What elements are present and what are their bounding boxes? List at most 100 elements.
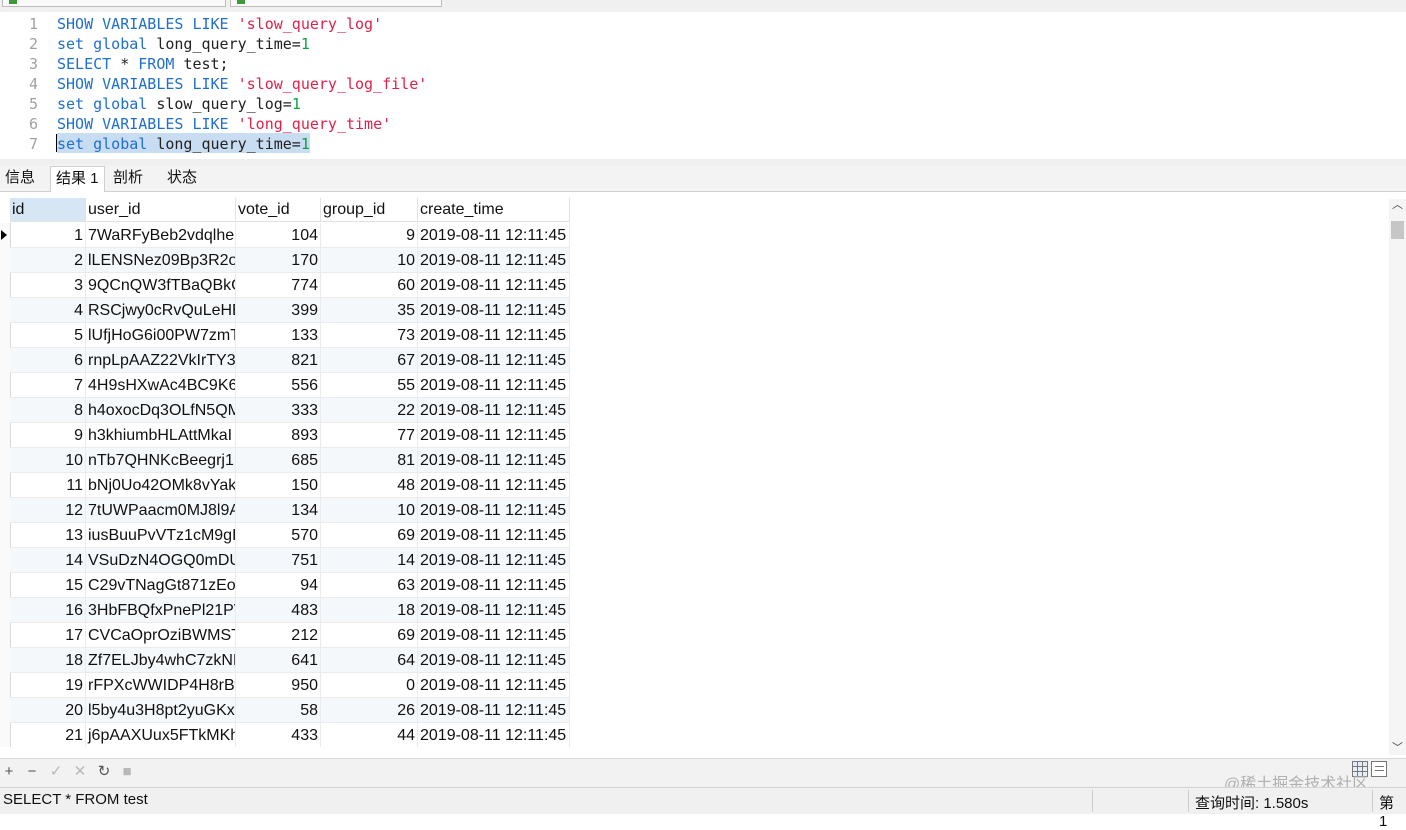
cell-vote-id[interactable]: 893 [236, 423, 321, 448]
cell-vote-id[interactable]: 483 [236, 598, 321, 623]
cell-user-id[interactable]: 4H9sHXwAc4BC9K6 [86, 373, 236, 398]
cell-user-id[interactable]: C29vTNagGt871zEoF [86, 573, 236, 598]
cell-user-id[interactable]: rnpLpAAZ22VkIrTY3 [86, 348, 236, 373]
cell-create-time[interactable]: 2019-08-11 12:11:45 [418, 248, 570, 273]
cell-user-id[interactable]: lLENSNez09Bp3R2oI [86, 248, 236, 273]
column-header-vote-id[interactable]: vote_id [236, 198, 321, 222]
cell-vote-id[interactable]: 751 [236, 548, 321, 573]
cell-group-id[interactable]: 48 [321, 473, 418, 498]
cell-create-time[interactable]: 2019-08-11 12:11:45 [418, 573, 570, 598]
code-line[interactable]: 3 SELECT * FROM test; [0, 54, 1406, 74]
cell-id[interactable]: 2 [10, 248, 86, 273]
refresh-button[interactable]: ↻ [95, 763, 113, 781]
apply-changes-button[interactable]: ✓ [47, 763, 65, 781]
cell-id[interactable]: 11 [10, 473, 86, 498]
cell-vote-id[interactable]: 58 [236, 698, 321, 723]
cell-user-id[interactable]: 7WaRFyBeb2vdqlhe7 [86, 223, 236, 248]
cell-id[interactable]: 17 [10, 623, 86, 648]
cell-user-id[interactable]: j6pAAXUux5FTkMKh [86, 723, 236, 747]
discard-changes-button[interactable]: ✕ [71, 763, 89, 781]
cell-user-id[interactable]: nTb7QHNKcBeegrj1 [86, 448, 236, 473]
cell-vote-id[interactable]: 641 [236, 648, 321, 673]
code-line[interactable]: 2 set global long_query_time=1 [0, 34, 1406, 54]
cell-id[interactable]: 9 [10, 423, 86, 448]
cell-create-time[interactable]: 2019-08-11 12:11:45 [418, 398, 570, 423]
cell-vote-id[interactable]: 433 [236, 723, 321, 747]
cell-id[interactable]: 8 [10, 398, 86, 423]
cell-vote-id[interactable]: 333 [236, 398, 321, 423]
cell-id[interactable]: 15 [10, 573, 86, 598]
cell-id[interactable]: 7 [10, 373, 86, 398]
column-header-create-time[interactable]: create_time [418, 198, 570, 222]
cell-create-time[interactable]: 2019-08-11 12:11:45 [418, 473, 570, 498]
cell-create-time[interactable]: 2019-08-11 12:11:45 [418, 498, 570, 523]
cell-user-id[interactable]: rFPXcWWIDP4H8rBw [86, 673, 236, 698]
cell-id[interactable]: 14 [10, 548, 86, 573]
cell-group-id[interactable]: 35 [321, 298, 418, 323]
cell-create-time[interactable]: 2019-08-11 12:11:45 [418, 273, 570, 298]
delete-record-button[interactable]: − [23, 763, 41, 781]
cell-create-time[interactable]: 2019-08-11 12:11:45 [418, 723, 570, 747]
cell-user-id[interactable]: 9QCnQW3fTBaQBkG [86, 273, 236, 298]
document-tab[interactable] [2, 0, 226, 7]
cell-user-id[interactable]: Zf7ELJby4whC7zkNN [86, 648, 236, 673]
cell-group-id[interactable]: 77 [321, 423, 418, 448]
cell-group-id[interactable]: 55 [321, 373, 418, 398]
tab-status[interactable]: 状态 [162, 166, 202, 190]
cell-group-id[interactable]: 18 [321, 598, 418, 623]
cell-user-id[interactable]: 7tUWPaacm0MJ8l9A [86, 498, 236, 523]
cell-group-id[interactable]: 69 [321, 523, 418, 548]
cell-vote-id[interactable]: 134 [236, 498, 321, 523]
cell-group-id[interactable]: 60 [321, 273, 418, 298]
tab-info[interactable]: 信息 [0, 166, 40, 190]
cell-user-id[interactable]: bNj0Uo42OMk8vYak [86, 473, 236, 498]
cell-group-id[interactable]: 64 [321, 648, 418, 673]
cell-id[interactable]: 18 [10, 648, 86, 673]
cell-group-id[interactable]: 69 [321, 623, 418, 648]
cell-create-time[interactable]: 2019-08-11 12:11:45 [418, 623, 570, 648]
cell-create-time[interactable]: 2019-08-11 12:11:45 [418, 523, 570, 548]
cell-group-id[interactable]: 81 [321, 448, 418, 473]
cell-create-time[interactable]: 2019-08-11 12:11:45 [418, 223, 570, 248]
add-record-button[interactable]: + [0, 763, 18, 781]
tab-profile[interactable]: 剖析 [108, 166, 148, 190]
cell-group-id[interactable]: 44 [321, 723, 418, 747]
cell-create-time[interactable]: 2019-08-11 12:11:45 [418, 598, 570, 623]
form-view-icon[interactable] [1371, 761, 1387, 777]
cell-id[interactable]: 4 [10, 298, 86, 323]
result-grid[interactable]: id user_id vote_id group_id create_time … [0, 192, 1389, 747]
cell-user-id[interactable]: h3khiumbHLAttMkaI [86, 423, 236, 448]
cell-create-time[interactable]: 2019-08-11 12:11:45 [418, 348, 570, 373]
cell-group-id[interactable]: 14 [321, 548, 418, 573]
cell-user-id[interactable]: 3HbFBQfxPnePl21PV [86, 598, 236, 623]
cell-id[interactable]: 21 [10, 723, 86, 747]
cell-group-id[interactable]: 0 [321, 673, 418, 698]
stop-button[interactable]: ■ [118, 763, 136, 781]
cell-group-id[interactable]: 26 [321, 698, 418, 723]
cell-vote-id[interactable]: 94 [236, 573, 321, 598]
cell-group-id[interactable]: 67 [321, 348, 418, 373]
cell-vote-id[interactable]: 399 [236, 298, 321, 323]
cell-id[interactable]: 6 [10, 348, 86, 373]
code-line[interactable]: 7 set global long_query_time=1 [0, 134, 1406, 154]
cell-vote-id[interactable]: 150 [236, 473, 321, 498]
cell-create-time[interactable]: 2019-08-11 12:11:45 [418, 673, 570, 698]
cell-user-id[interactable]: CVCaOprOziBWMST [86, 623, 236, 648]
cell-create-time[interactable]: 2019-08-11 12:11:45 [418, 298, 570, 323]
cell-group-id[interactable]: 73 [321, 323, 418, 348]
cell-group-id[interactable]: 9 [321, 223, 418, 248]
scroll-up-icon[interactable]: ︿ [1391, 199, 1404, 212]
cell-id[interactable]: 20 [10, 698, 86, 723]
code-line[interactable]: 1 SHOW VARIABLES LIKE 'slow_query_log' [0, 14, 1406, 34]
cell-create-time[interactable]: 2019-08-11 12:11:45 [418, 698, 570, 723]
cell-user-id[interactable]: VSuDzN4OGQ0mDU [86, 548, 236, 573]
cell-id[interactable]: 19 [10, 673, 86, 698]
cell-create-time[interactable]: 2019-08-11 12:11:45 [418, 423, 570, 448]
tab-result-1[interactable]: 结果 1 [50, 166, 105, 193]
cell-create-time[interactable]: 2019-08-11 12:11:45 [418, 648, 570, 673]
cell-id[interactable]: 12 [10, 498, 86, 523]
cell-id[interactable]: 1 [10, 223, 86, 248]
scrollbar-thumb[interactable] [1391, 221, 1404, 239]
cell-vote-id[interactable]: 570 [236, 523, 321, 548]
document-tab[interactable] [230, 0, 442, 7]
